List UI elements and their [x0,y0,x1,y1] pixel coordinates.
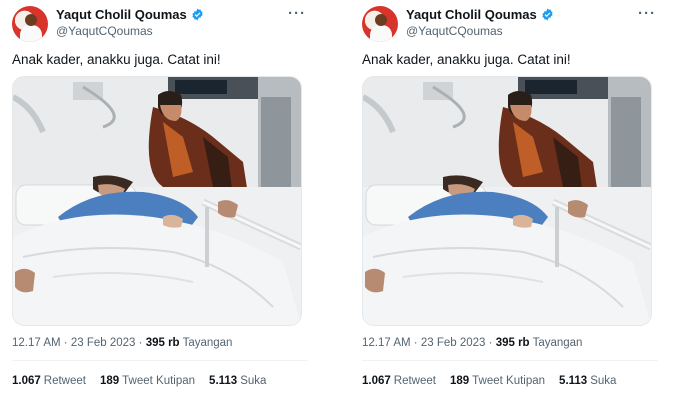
views-count: 395 rb [495,337,530,349]
likes-link[interactable]: 5.113 Suka [209,375,266,387]
tweet-date[interactable]: 23 Feb 2023 [71,337,136,349]
tweet-text: Anak kader, anakku juga. Catat ini! [362,52,571,67]
hospital-photo-image [363,77,651,325]
tweet-photo[interactable] [12,76,302,326]
author-name-row[interactable]: Yaqut Cholil Qoumas [56,7,204,22]
likes-link[interactable]: 5.113 Suka [559,375,616,387]
tweet-photo[interactable] [362,76,652,326]
avatar[interactable] [362,6,398,42]
tweet-meta: 12.17 AM · 23 Feb 2023 · 395 rb Tayangan [362,337,583,349]
author-name-row[interactable]: Yaqut Cholil Qoumas [406,7,554,22]
more-options-icon[interactable]: ··· [638,5,656,22]
divider [362,360,658,361]
tweet-text: Anak kader, anakku juga. Catat ini! [12,52,221,67]
retweets-link[interactable]: 1.067 Retweet [12,375,86,387]
avatar[interactable] [12,6,48,42]
retweets-link[interactable]: 1.067 Retweet [362,375,436,387]
views-label: Tayangan [182,337,233,349]
divider [12,360,308,361]
tweet-card-right: Yaqut Cholil Qoumas @YaqutCQoumas ··· An… [360,0,680,393]
verified-badge-icon [542,8,553,21]
tweet-stats: 1.067 Retweet 189 Tweet Kutipan 5.113 Suka [12,375,266,387]
views-count: 395 rb [145,337,180,349]
author-name[interactable]: Yaqut Cholil Qoumas [406,7,537,22]
author-handle[interactable]: @YaqutCQoumas [406,24,503,38]
tweet-time[interactable]: 12.17 AM [362,337,411,349]
quotes-link[interactable]: 189 Tweet Kutipan [450,375,545,387]
verified-badge-icon [192,8,203,21]
more-options-icon[interactable]: ··· [288,5,306,22]
tweet-time[interactable]: 12.17 AM [12,337,61,349]
tweet-meta: 12.17 AM · 23 Feb 2023 · 395 rb Tayangan [12,337,233,349]
tweet-stats: 1.067 Retweet 189 Tweet Kutipan 5.113 Suka [362,375,616,387]
author-handle[interactable]: @YaqutCQoumas [56,24,153,38]
tweet-date[interactable]: 23 Feb 2023 [421,337,486,349]
hospital-photo-image [13,77,301,325]
tweet-card-left: Yaqut Cholil Qoumas @YaqutCQoumas ··· An… [10,0,330,393]
views-label: Tayangan [532,337,583,349]
author-name[interactable]: Yaqut Cholil Qoumas [56,7,187,22]
quotes-link[interactable]: 189 Tweet Kutipan [100,375,195,387]
